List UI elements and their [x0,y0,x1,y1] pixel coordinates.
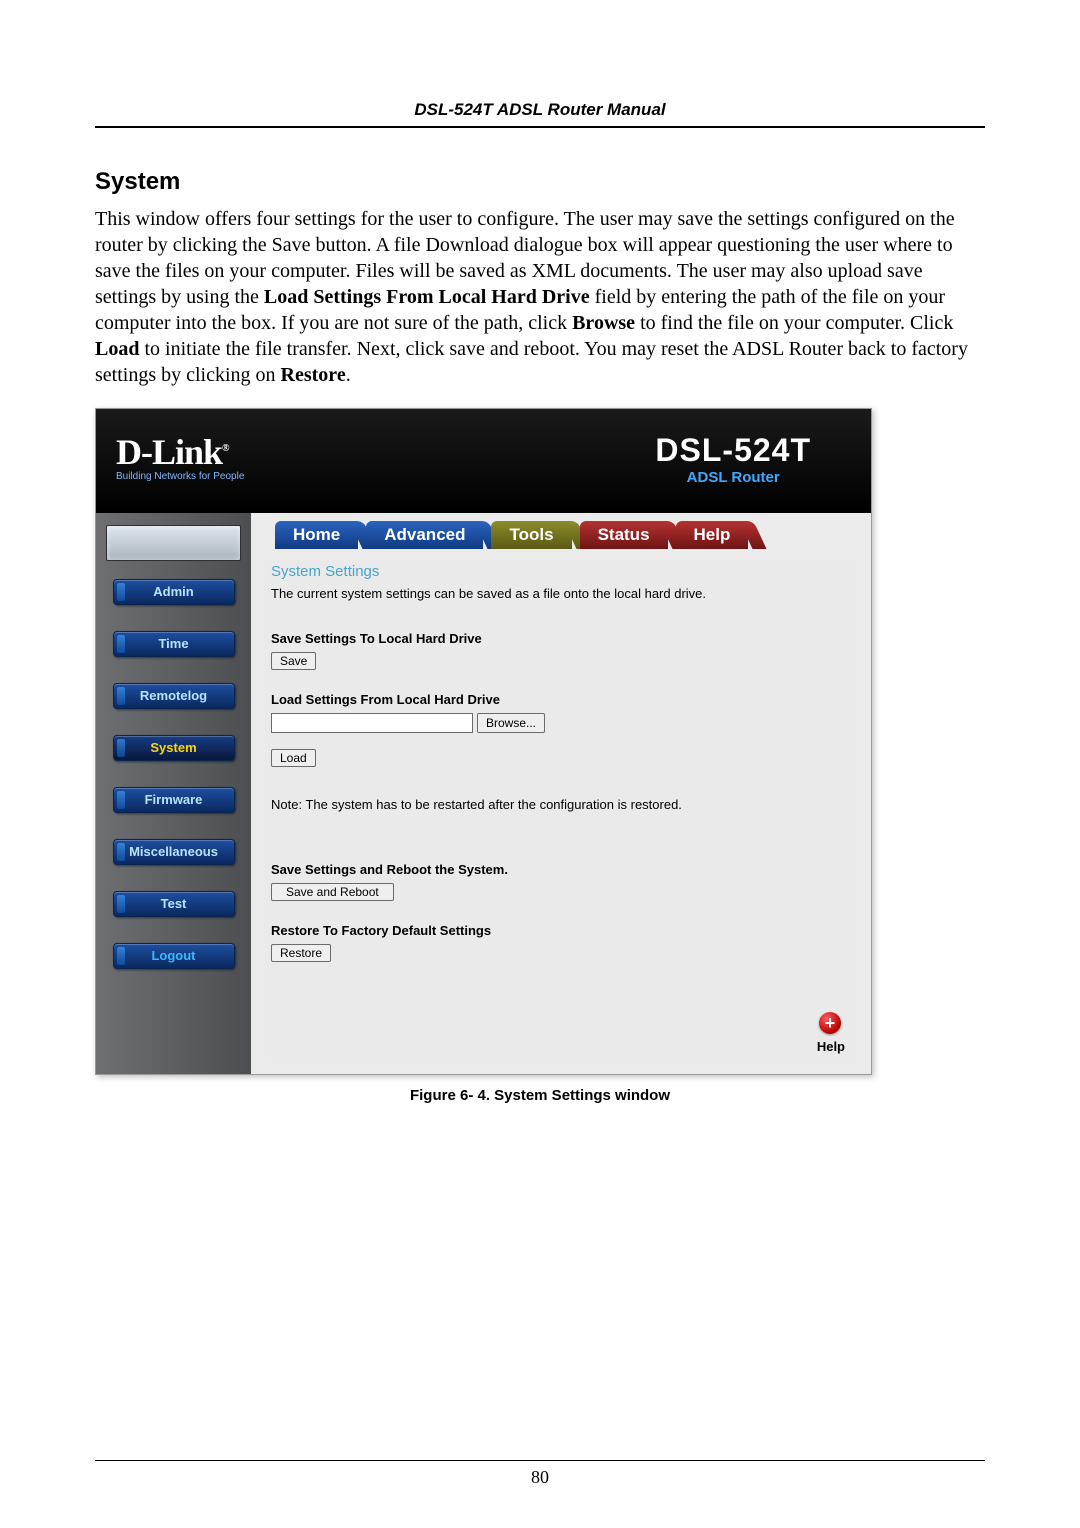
panel-description: The current system settings can be saved… [271,586,851,601]
help-icon[interactable]: + [819,1012,841,1034]
top-tabs: Home Advanced Tools Status Help [265,521,857,549]
help-block: + Help [271,992,851,1052]
term-load: Load [95,338,139,360]
logo-tagline: Building Networks for People [116,471,244,482]
settings-panel: System Settings The current system setti… [265,559,857,1062]
body-text: to find the file on your computer. Click [635,312,953,334]
sidebar-item-firmware[interactable]: Firmware [113,787,235,813]
brand-logo: D-Link® Building Networks for People [116,436,244,481]
term-load-settings: Load Settings From Local Hard Drive [264,286,590,308]
term-restore: Restore [281,364,346,386]
sidebar-item-time[interactable]: Time [113,631,235,657]
page-number: 80 [95,1460,985,1488]
save-and-reboot-button[interactable]: Save and Reboot [271,883,394,901]
header-bar: D-Link® Building Networks for People DSL… [96,409,871,513]
sidebar: Admin Time Remotelog System Firmware Mis… [96,513,251,1074]
browse-button[interactable]: Browse... [477,713,545,733]
save-settings-heading: Save Settings To Local Hard Drive [271,631,851,646]
registered-mark: ® [222,443,229,454]
save-button[interactable]: Save [271,652,316,670]
reboot-heading: Save Settings and Reboot the System. [271,862,851,877]
tab-advanced[interactable]: Advanced [366,521,483,549]
restart-note: Note: The system has to be restarted aft… [271,797,851,812]
spacer [271,733,851,749]
load-settings-heading: Load Settings From Local Hard Drive [271,692,851,707]
figure-caption: Figure 6- 4. System Settings window [95,1087,985,1104]
running-header: DSL-524T ADSL Router Manual [95,100,985,128]
logo-text: D-Link® [116,436,244,468]
main-panel: Home Advanced Tools Status Help System S… [251,513,871,1074]
model-type: ADSL Router [655,469,811,486]
ui-body: Admin Time Remotelog System Firmware Mis… [96,513,871,1074]
product-thumbnail-icon [106,525,241,561]
tab-status[interactable]: Status [580,521,668,549]
load-button[interactable]: Load [271,749,316,767]
tab-help[interactable]: Help [676,521,749,549]
logo-word: D-Link [116,432,222,472]
model-block: DSL-524T ADSL Router [655,432,811,486]
manual-page: DSL-524T ADSL Router Manual System This … [0,0,1080,1528]
sidebar-item-system[interactable]: System [113,735,235,761]
body-text: . [346,364,351,386]
router-ui-screenshot: D-Link® Building Networks for People DSL… [95,408,872,1075]
tab-home[interactable]: Home [275,521,358,549]
sidebar-item-miscellaneous[interactable]: Miscellaneous [113,839,235,865]
term-browse: Browse [572,312,635,334]
sidebar-item-logout[interactable]: Logout [113,943,235,969]
sidebar-item-test[interactable]: Test [113,891,235,917]
file-picker-row: Browse... [271,713,851,733]
tab-tools[interactable]: Tools [491,521,571,549]
model-name: DSL-524T [655,432,811,469]
section-paragraph: This window offers four settings for the… [95,206,985,388]
body-text: to initiate the file transfer. Next, cli… [95,338,968,386]
help-label: Help [817,1039,845,1054]
restore-heading: Restore To Factory Default Settings [271,923,851,938]
section-title: System [95,168,985,196]
sidebar-item-admin[interactable]: Admin [113,579,235,605]
panel-title: System Settings [271,563,851,580]
sidebar-item-remotelog[interactable]: Remotelog [113,683,235,709]
file-path-input[interactable] [271,713,473,733]
restore-button[interactable]: Restore [271,944,331,962]
